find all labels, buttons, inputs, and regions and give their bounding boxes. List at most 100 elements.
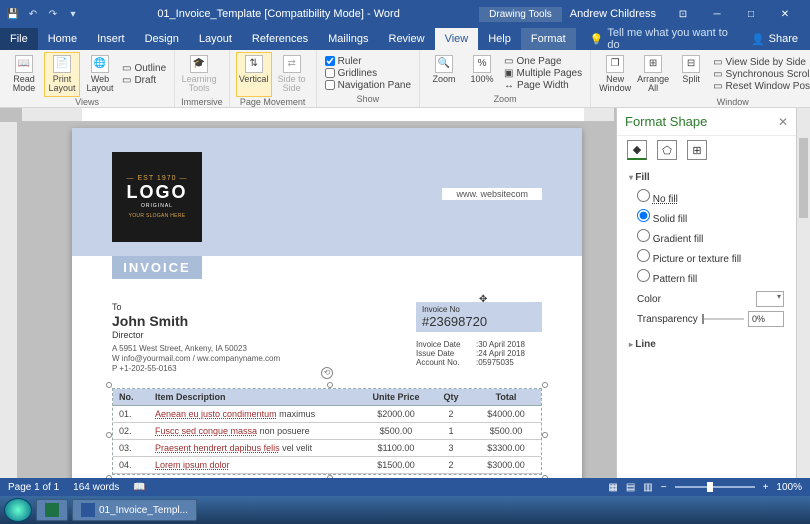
zoom-icon: 🔍 bbox=[435, 55, 453, 73]
tab-mailings[interactable]: Mailings bbox=[318, 28, 378, 50]
logo-box[interactable]: — EST 1970 — LOGO ORIGINAL YOUR SLOGAN H… bbox=[112, 152, 202, 242]
color-label: Color bbox=[637, 294, 661, 305]
tab-format[interactable]: Format bbox=[521, 28, 576, 50]
tab-references[interactable]: References bbox=[242, 28, 318, 50]
line-header[interactable]: Line bbox=[629, 339, 784, 350]
client-block[interactable]: To John Smith Director A 5951 West Stree… bbox=[112, 302, 280, 374]
fill-tab-icon[interactable]: ◆ bbox=[627, 140, 647, 160]
tab-file[interactable]: File bbox=[0, 28, 38, 50]
zoom-level[interactable]: 100% bbox=[776, 482, 802, 493]
effects-tab-icon[interactable]: ⬠ bbox=[657, 140, 677, 160]
arrange-all-button[interactable]: ⊞Arrange All bbox=[635, 52, 671, 97]
status-bar: Page 1 of 1 164 words 📖 ▦ ▤ ▥ − + 100% bbox=[0, 478, 810, 496]
print-layout-button[interactable]: 📄Print Layout bbox=[44, 52, 80, 97]
view-web-icon[interactable]: ▥ bbox=[643, 482, 652, 493]
hundred-icon: % bbox=[473, 55, 491, 73]
no-fill-radio[interactable]: No fill bbox=[629, 187, 784, 207]
view-print-icon[interactable]: ▤ bbox=[626, 482, 635, 493]
multi-pages-button[interactable]: ▣ Multiple Pages bbox=[504, 68, 582, 79]
start-button[interactable] bbox=[4, 498, 32, 522]
side-to-side-button: ⇄Side to Side bbox=[274, 52, 310, 97]
tell-me[interactable]: 💡 Tell me what you want to do bbox=[590, 28, 739, 50]
hundred-button[interactable]: %100% bbox=[464, 52, 500, 94]
read-mode-button[interactable]: 📖Read Mode bbox=[6, 52, 42, 97]
color-picker[interactable] bbox=[756, 291, 784, 307]
table-row: 04.Lorem ipsum dolor$1500.002$3000.00 bbox=[113, 457, 541, 474]
minimize-icon[interactable]: ─ bbox=[700, 0, 734, 28]
title-bar: 💾 ↶ ↷ ▾ 01_Invoice_Template [Compatibili… bbox=[0, 0, 810, 28]
tab-view[interactable]: View bbox=[435, 28, 479, 50]
save-icon[interactable]: 💾 bbox=[6, 7, 20, 21]
tab-help[interactable]: Help bbox=[478, 28, 521, 50]
invoice-number: #23698720 bbox=[422, 314, 536, 329]
gradient-fill-radio[interactable]: Gradient fill bbox=[629, 227, 784, 247]
user-name[interactable]: Andrew Childress bbox=[570, 8, 656, 20]
zoom-out-icon[interactable]: − bbox=[661, 482, 667, 493]
spell-check-icon[interactable]: 📖 bbox=[133, 482, 145, 493]
taskbar-word[interactable]: 01_Invoice_Templ... bbox=[72, 499, 197, 521]
group-page-movement: ⇅Vertical ⇄Side to Side Page Movement bbox=[230, 50, 317, 107]
nav-pane-checkbox[interactable]: Navigation Pane bbox=[325, 80, 411, 91]
solid-fill-radio[interactable]: Solid fill bbox=[629, 207, 784, 227]
outline-button[interactable]: ▭ Outline bbox=[122, 63, 166, 74]
document-canvas[interactable]: — EST 1970 — LOGO ORIGINAL YOUR SLOGAN H… bbox=[22, 122, 614, 478]
format-shape-pane: Format Shape ✕ ◆ ⬠ ⊞ Fill No fill Solid … bbox=[616, 108, 796, 478]
layout-tab-icon[interactable]: ⊞ bbox=[687, 140, 707, 160]
close-icon[interactable]: ✕ bbox=[768, 0, 802, 28]
invoice-meta-block[interactable]: ✥ Invoice No #23698720 Invoice Date:30 A… bbox=[416, 302, 542, 374]
rotate-handle-icon[interactable]: ⟲ bbox=[321, 367, 333, 379]
vertical-button[interactable]: ⇅Vertical bbox=[236, 52, 272, 97]
page-width-button[interactable]: ↔ Page Width bbox=[504, 80, 582, 91]
vertical-scrollbar[interactable] bbox=[796, 108, 810, 478]
logo-est: — EST 1970 — bbox=[127, 175, 188, 182]
transparency-value[interactable]: 0% bbox=[748, 311, 784, 327]
website-label[interactable]: www. websitecom bbox=[442, 188, 542, 200]
learning-tools-button: 🎓Learning Tools bbox=[181, 52, 217, 97]
zoom-in-icon[interactable]: + bbox=[763, 482, 769, 493]
view-read-icon[interactable]: ▦ bbox=[608, 482, 617, 493]
word-icon bbox=[81, 503, 95, 517]
gridlines-checkbox[interactable]: Gridlines bbox=[325, 68, 411, 79]
client-contact: W info@yourmail.com / ww.companyname.com bbox=[112, 354, 280, 364]
one-page-button[interactable]: ▭ One Page bbox=[504, 56, 582, 67]
transparency-slider[interactable] bbox=[702, 318, 744, 320]
maximize-icon[interactable]: □ bbox=[734, 0, 768, 28]
qat-dropdown-icon[interactable]: ▾ bbox=[66, 7, 80, 21]
group-window: ❐New Window ⊞Arrange All ⊟Split ▭ View S… bbox=[591, 50, 810, 107]
zoom-button[interactable]: 🔍Zoom bbox=[426, 52, 462, 94]
new-window-button[interactable]: ❐New Window bbox=[597, 52, 633, 97]
redo-icon[interactable]: ↷ bbox=[46, 7, 60, 21]
tab-design[interactable]: Design bbox=[135, 28, 189, 50]
word-count[interactable]: 164 words bbox=[73, 482, 119, 493]
invoice-number-box[interactable]: ✥ Invoice No #23698720 bbox=[416, 302, 542, 332]
group-zoom: 🔍Zoom %100% ▭ One Page ▣ Multiple Pages … bbox=[420, 50, 591, 107]
split-button[interactable]: ⊟Split bbox=[673, 52, 709, 97]
draft-button[interactable]: ▭ Draft bbox=[122, 75, 166, 86]
share-button[interactable]: 👤 Share bbox=[739, 28, 810, 50]
ribbon-options-icon[interactable]: ⊡ bbox=[666, 0, 700, 28]
zoom-slider[interactable] bbox=[675, 486, 755, 488]
tab-review[interactable]: Review bbox=[379, 28, 435, 50]
move-cursor-icon: ✥ bbox=[479, 294, 487, 305]
page[interactable]: — EST 1970 — LOGO ORIGINAL YOUR SLOGAN H… bbox=[72, 128, 582, 478]
picture-fill-radio[interactable]: Picture or texture fill bbox=[629, 247, 784, 267]
tab-insert[interactable]: Insert bbox=[87, 28, 135, 50]
items-table-shape[interactable]: ⟲ No. Item Description Unite Price Qty T… bbox=[112, 388, 542, 475]
group-show: Ruler Gridlines Navigation Pane Show bbox=[317, 50, 420, 107]
fill-header[interactable]: Fill bbox=[629, 172, 784, 183]
web-layout-button[interactable]: 🌐Web Layout bbox=[82, 52, 118, 97]
page-count[interactable]: Page 1 of 1 bbox=[8, 482, 59, 493]
horizontal-ruler[interactable] bbox=[22, 108, 614, 122]
tab-layout[interactable]: Layout bbox=[189, 28, 242, 50]
vertical-ruler[interactable] bbox=[0, 122, 18, 478]
pane-close-icon[interactable]: ✕ bbox=[778, 115, 788, 129]
taskbar-excel[interactable] bbox=[36, 499, 68, 521]
tab-home[interactable]: Home bbox=[38, 28, 87, 50]
invoice-label[interactable]: INVOICE bbox=[112, 256, 202, 279]
undo-icon[interactable]: ↶ bbox=[26, 7, 40, 21]
items-table[interactable]: No. Item Description Unite Price Qty Tot… bbox=[113, 389, 541, 474]
learning-icon: 🎓 bbox=[190, 55, 208, 73]
excel-icon bbox=[45, 503, 59, 517]
ruler-checkbox[interactable]: Ruler bbox=[325, 56, 411, 67]
pattern-fill-radio[interactable]: Pattern fill bbox=[629, 267, 784, 287]
